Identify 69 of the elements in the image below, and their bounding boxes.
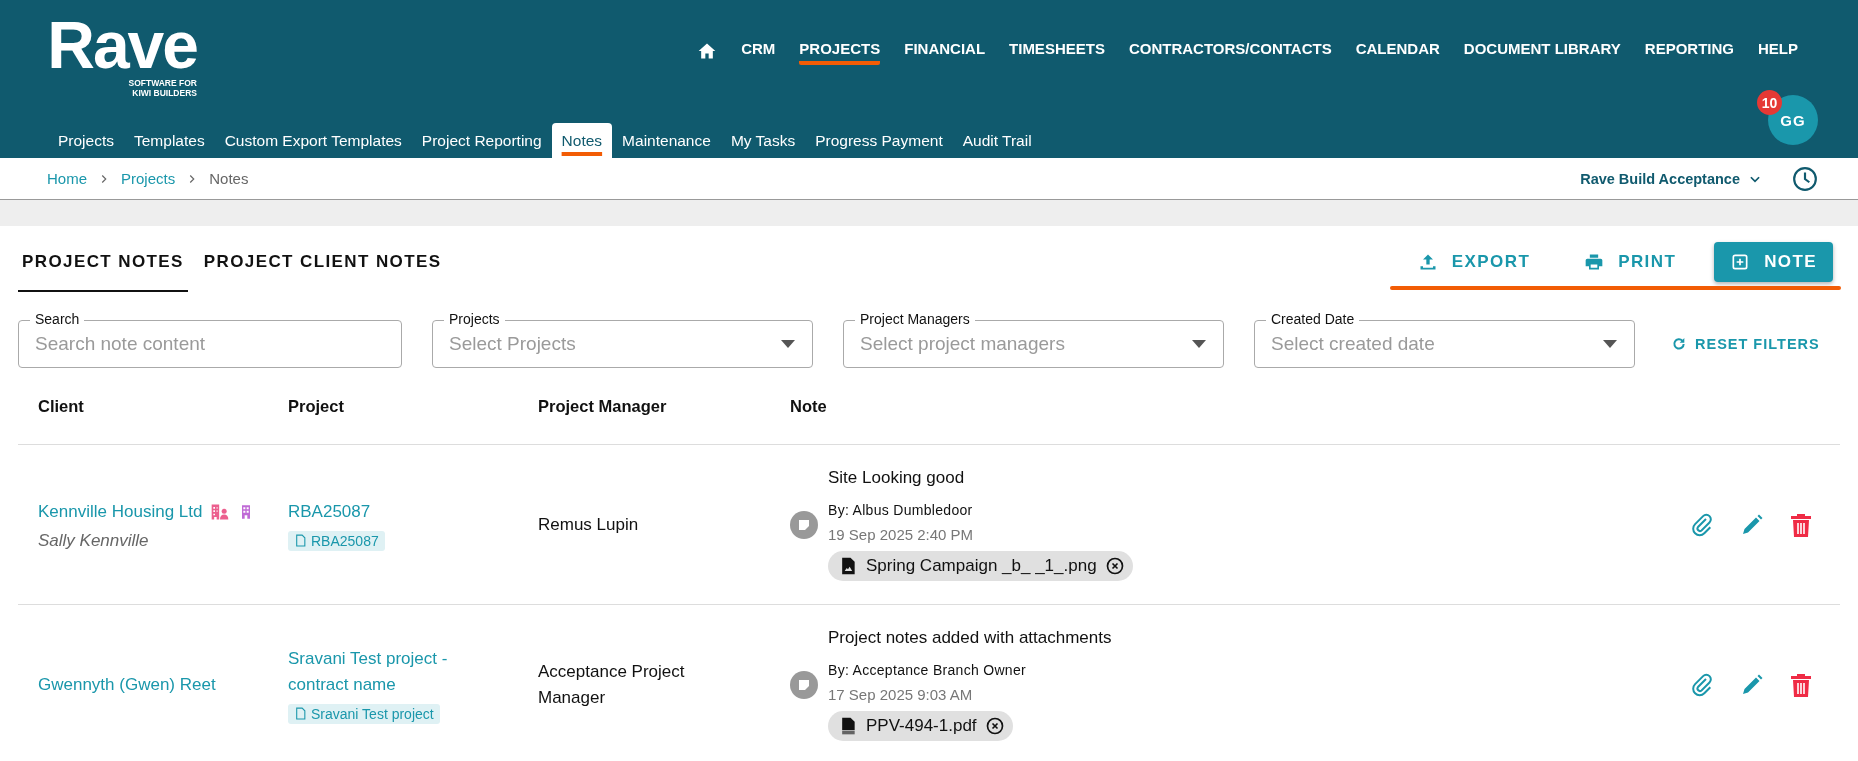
contact-name: Sally Kennville: [38, 530, 150, 551]
field-label: Search: [30, 311, 85, 327]
note-title: Project notes added with attachments: [828, 628, 1113, 648]
breadcrumb-link[interactable]: Home: [47, 170, 87, 187]
note-icon: [790, 670, 818, 699]
print-icon: [1584, 252, 1605, 272]
subnav-tab[interactable]: Audit Trail: [952, 123, 1042, 158]
paperclip-icon[interactable]: [1690, 512, 1714, 537]
column-header: Note: [789, 396, 828, 416]
column-header: Client: [37, 396, 85, 416]
clock-icon[interactable]: [1792, 165, 1818, 192]
remove-icon[interactable]: [1104, 556, 1125, 576]
nav-menu-item[interactable]: CALENDAR: [1355, 36, 1440, 65]
project-tag: Sravani Test project: [288, 703, 440, 724]
pencil-icon[interactable]: [1740, 672, 1764, 697]
field-label: Created Date: [1266, 311, 1360, 327]
field-label: Projects: [444, 311, 505, 327]
subnav-tab[interactable]: Maintenance: [612, 123, 721, 158]
document-icon: [294, 707, 307, 720]
paperclip-icon[interactable]: [1690, 672, 1714, 697]
notification-badge: 10: [1757, 90, 1782, 115]
nav-menu-item[interactable]: HELP: [1758, 36, 1798, 65]
pencil-icon[interactable]: [1740, 512, 1764, 537]
client-link[interactable]: Kennville Housing Ltd: [38, 498, 203, 525]
note-date: 19 Sep 2025 2:40 PM: [828, 526, 975, 543]
trash-icon[interactable]: [1790, 512, 1812, 537]
subnav-tab[interactable]: Custom Export Templates: [214, 123, 412, 158]
note-date: 17 Sep 2025 9:03 AM: [828, 686, 974, 703]
logo-wordmark: Rave: [47, 16, 197, 74]
subnav-tab[interactable]: Projects: [48, 123, 124, 158]
subnav-tab[interactable]: My Tasks: [720, 123, 806, 158]
nav-menu-item[interactable]: FINANCIAL: [904, 36, 986, 65]
logo-tagline: SOFTWARE FOR KIWI BUILDERS: [128, 78, 197, 98]
client-link[interactable]: Gwennyth (Gwen) Reet: [38, 671, 216, 698]
note-title: Site Looking good: [828, 468, 966, 488]
remove-icon[interactable]: [984, 716, 1005, 736]
column-header: Project Manager: [537, 396, 668, 416]
field-label: Project Managers: [855, 311, 975, 327]
nav-menu-item[interactable]: PROJECTS: [799, 36, 881, 65]
attachment-chip[interactable]: PPV-494-1.pdf: [828, 711, 1013, 741]
note-author: By: Acceptance Branch Owner: [828, 662, 1027, 678]
document-icon: [294, 534, 307, 547]
nav-menu-item[interactable]: CONTRACTORS/CONTACTS: [1128, 36, 1332, 65]
project-tag: RBA25087: [288, 530, 385, 551]
breadcrumb-link[interactable]: Projects: [121, 170, 176, 187]
manager-name: Remus Lupin: [538, 513, 640, 536]
notes-tab[interactable]: PROJECT CLIENT NOTES: [199, 238, 446, 292]
column-header: Project: [287, 396, 345, 416]
subnav-tab[interactable]: Templates: [124, 123, 215, 158]
trash-icon[interactable]: [1790, 672, 1812, 697]
nav-menu-item[interactable]: TIMESHEETS: [1009, 36, 1105, 65]
dropdown-arrow-icon: [1603, 340, 1617, 348]
attachment-chip[interactable]: Spring Campaign _b_ _1_.png: [828, 551, 1133, 581]
company-selector[interactable]: Rave Build Acceptance: [1580, 170, 1762, 187]
nav-menu-item[interactable]: CRM: [741, 36, 776, 65]
dropdown-arrow-icon: [781, 340, 795, 348]
note-icon: [790, 510, 818, 539]
project-link[interactable]: Sravani Test project - contract name: [288, 645, 493, 698]
dropdown-arrow-icon: [1192, 340, 1206, 348]
notes-tab[interactable]: PROJECT NOTES: [18, 238, 188, 292]
note-author: By: Albus Dumbledoor: [828, 502, 974, 518]
nav-menu-item[interactable]: REPORTING: [1644, 36, 1734, 65]
nav-menu-item[interactable]: DOCUMENT LIBRARY: [1463, 36, 1621, 65]
subnav-tab[interactable]: Notes: [551, 123, 613, 158]
manager-name: Acceptance Project Manager: [538, 660, 686, 709]
plus-square-icon: [1730, 252, 1751, 272]
refresh-icon: [1671, 336, 1687, 352]
subnav-tab[interactable]: Project Reporting: [411, 123, 552, 158]
subnav-tab[interactable]: Progress Payment: [805, 123, 953, 158]
